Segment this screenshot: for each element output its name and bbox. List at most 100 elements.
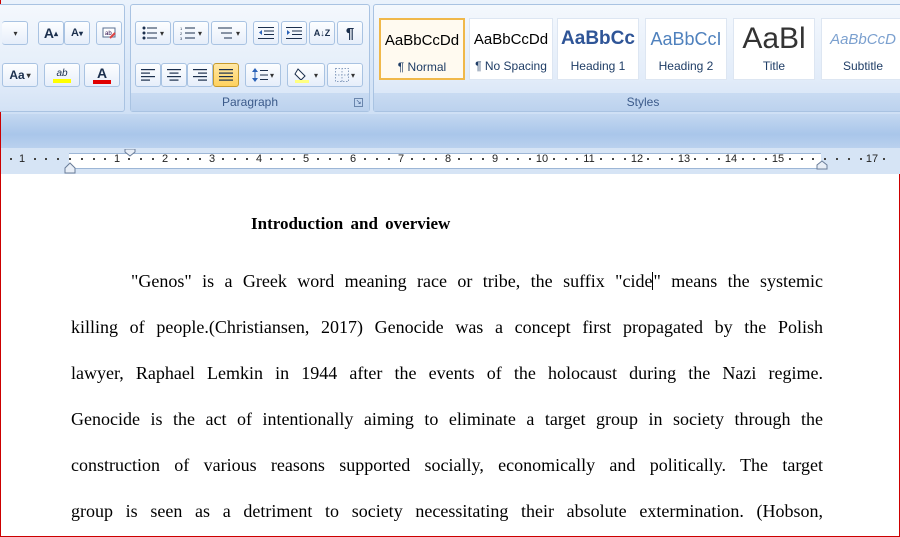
ruler-tick xyxy=(659,158,661,160)
borders-button[interactable]: ▾ xyxy=(327,63,363,87)
font-color-button[interactable]: A xyxy=(84,63,120,87)
document-line: group is seen as a detriment to society … xyxy=(71,501,823,521)
ruler-tick xyxy=(694,158,696,160)
ruler-tick xyxy=(435,158,437,160)
align-center-button[interactable] xyxy=(161,63,187,87)
ruler-tick xyxy=(612,158,614,160)
justify-icon xyxy=(219,69,233,81)
multilevel-list-button[interactable]: ▾ xyxy=(211,21,247,45)
document-heading: Introduction and overview xyxy=(251,214,451,233)
chevron-down-icon: ▾ xyxy=(197,28,202,38)
ruler-tick xyxy=(848,158,850,160)
ruler-tick xyxy=(10,158,12,160)
ruler-tick xyxy=(69,158,71,160)
shrink-font-icon: A xyxy=(71,27,79,39)
align-left-icon xyxy=(141,69,155,81)
ruler-tick xyxy=(93,158,95,160)
ruler-number: 9 xyxy=(491,153,499,165)
align-center-icon xyxy=(167,69,181,81)
sort-icon: A↓Z xyxy=(313,27,331,38)
chevron-down-icon: ▾ xyxy=(235,28,240,38)
sort-button[interactable]: A↓Z xyxy=(309,21,335,45)
bullets-button[interactable]: ▾ xyxy=(135,21,171,45)
ruler-tick xyxy=(329,158,331,160)
clear-formatting-button[interactable]: ab xyxy=(96,21,122,45)
text-highlight-button[interactable]: ab xyxy=(44,63,80,87)
show-formatting-marks-button[interactable]: ¶ xyxy=(337,21,363,45)
style-name: Heading 1 xyxy=(570,59,626,73)
increase-indent-icon xyxy=(286,27,302,39)
style-sample: AaBbCcD xyxy=(830,30,896,48)
style-sample: AaBbCcDd xyxy=(384,31,460,49)
ruler-tick xyxy=(506,158,508,160)
ruler-number: 8 xyxy=(444,153,452,165)
ruler-tick xyxy=(376,158,378,160)
ruler-tick xyxy=(576,158,578,160)
style-sample: AaBbCc xyxy=(561,28,635,49)
chevron-down-icon: ▾ xyxy=(269,70,274,80)
line-spacing-icon xyxy=(251,68,268,82)
ruler-tick xyxy=(293,158,295,160)
line-spacing-button[interactable]: ▾ xyxy=(245,63,281,87)
style-heading-2[interactable]: AaBbCcI Heading 2 xyxy=(645,18,727,80)
ruler-tick xyxy=(128,158,130,160)
chevron-down-icon: ▾ xyxy=(159,28,164,38)
style-no-spacing[interactable]: AaBbCcDd ¶ No Spacing xyxy=(469,18,553,80)
document-line: killing of people.(Christiansen, 2017) G… xyxy=(71,317,823,337)
ruler-number: 7 xyxy=(397,153,405,165)
chevron-down-icon: ▾ xyxy=(350,70,355,80)
ruler-tick xyxy=(222,158,224,160)
highlighter-icon: ab xyxy=(56,67,68,79)
align-left-button[interactable] xyxy=(135,63,161,87)
align-right-button[interactable] xyxy=(187,63,213,87)
ruler-tick xyxy=(718,158,720,160)
ribbon: ▾ A ▴ A ▾ ab Aa ▾ ab A ▾ 1 2 3 ▾ ▾ A↓Z ¶… xyxy=(0,0,900,114)
ruler-tick xyxy=(270,158,272,160)
ruler-tick xyxy=(812,158,814,160)
text-before-caret: "Genos" is a Greek word meaning race or … xyxy=(131,271,653,291)
style-subtitle[interactable]: AaBbCcD Subtitle xyxy=(821,18,900,80)
eraser-icon: ab xyxy=(102,27,116,39)
document-line: Genocide is the act of intentionally aim… xyxy=(71,409,823,429)
numbering-button[interactable]: 1 2 3 ▾ xyxy=(173,21,209,45)
ruler-tick xyxy=(152,158,154,160)
font-color-swatch xyxy=(93,80,111,84)
style-heading-1[interactable]: AaBbCc Heading 1 xyxy=(557,18,639,80)
grow-font-icon: A xyxy=(43,25,55,41)
multilevel-list-icon xyxy=(217,27,232,39)
ruler-tick xyxy=(340,158,342,160)
increase-indent-button[interactable] xyxy=(281,21,307,45)
font-size-dropdown[interactable]: ▾ xyxy=(2,21,28,45)
right-indent-marker-icon[interactable] xyxy=(816,160,828,170)
change-case-button[interactable]: Aa ▾ xyxy=(2,63,38,87)
borders-icon xyxy=(334,68,349,82)
style-title[interactable]: AaBl Title xyxy=(733,18,815,80)
ruler-tick xyxy=(647,158,649,160)
shading-button[interactable]: ▾ xyxy=(287,63,325,87)
chevron-down-icon: ▾ xyxy=(26,70,31,80)
horizontal-ruler[interactable]: 1 1 2 3 4 5 6 7 8 9 10 11 12 13 14 15 17 xyxy=(0,148,900,174)
paragraph-dialog-launcher-icon[interactable]: ↘ xyxy=(354,98,363,107)
ruler-tick xyxy=(246,158,248,160)
style-normal[interactable]: AaBbCcDd ¶ Normal xyxy=(379,18,465,80)
ruler-tick xyxy=(553,158,555,160)
left-indent-marker-icon[interactable] xyxy=(64,162,76,174)
grow-font-button[interactable]: A ▴ xyxy=(38,21,64,45)
ruler-tick xyxy=(883,158,885,160)
document-page[interactable]: Introduction and overview "Genos" is a G… xyxy=(0,174,900,537)
style-name: ¶ Normal xyxy=(397,60,447,74)
first-line-indent-marker-icon[interactable] xyxy=(124,149,136,157)
decrease-indent-button[interactable] xyxy=(253,21,279,45)
style-name: Subtitle xyxy=(842,59,884,73)
ruler-tick xyxy=(470,158,472,160)
ruler-tick xyxy=(364,158,366,160)
shrink-font-button[interactable]: A ▾ xyxy=(64,21,90,45)
ruler-tick xyxy=(187,158,189,160)
justify-button[interactable] xyxy=(213,63,239,87)
ruler-number: 4 xyxy=(255,153,263,165)
ruler-number: 1 xyxy=(18,153,26,165)
font-group: ▾ A ▴ A ▾ ab Aa ▾ ab A xyxy=(0,4,125,112)
ruler-tick xyxy=(836,158,838,160)
style-sample: AaBl xyxy=(742,22,806,55)
ruler-tick xyxy=(765,158,767,160)
